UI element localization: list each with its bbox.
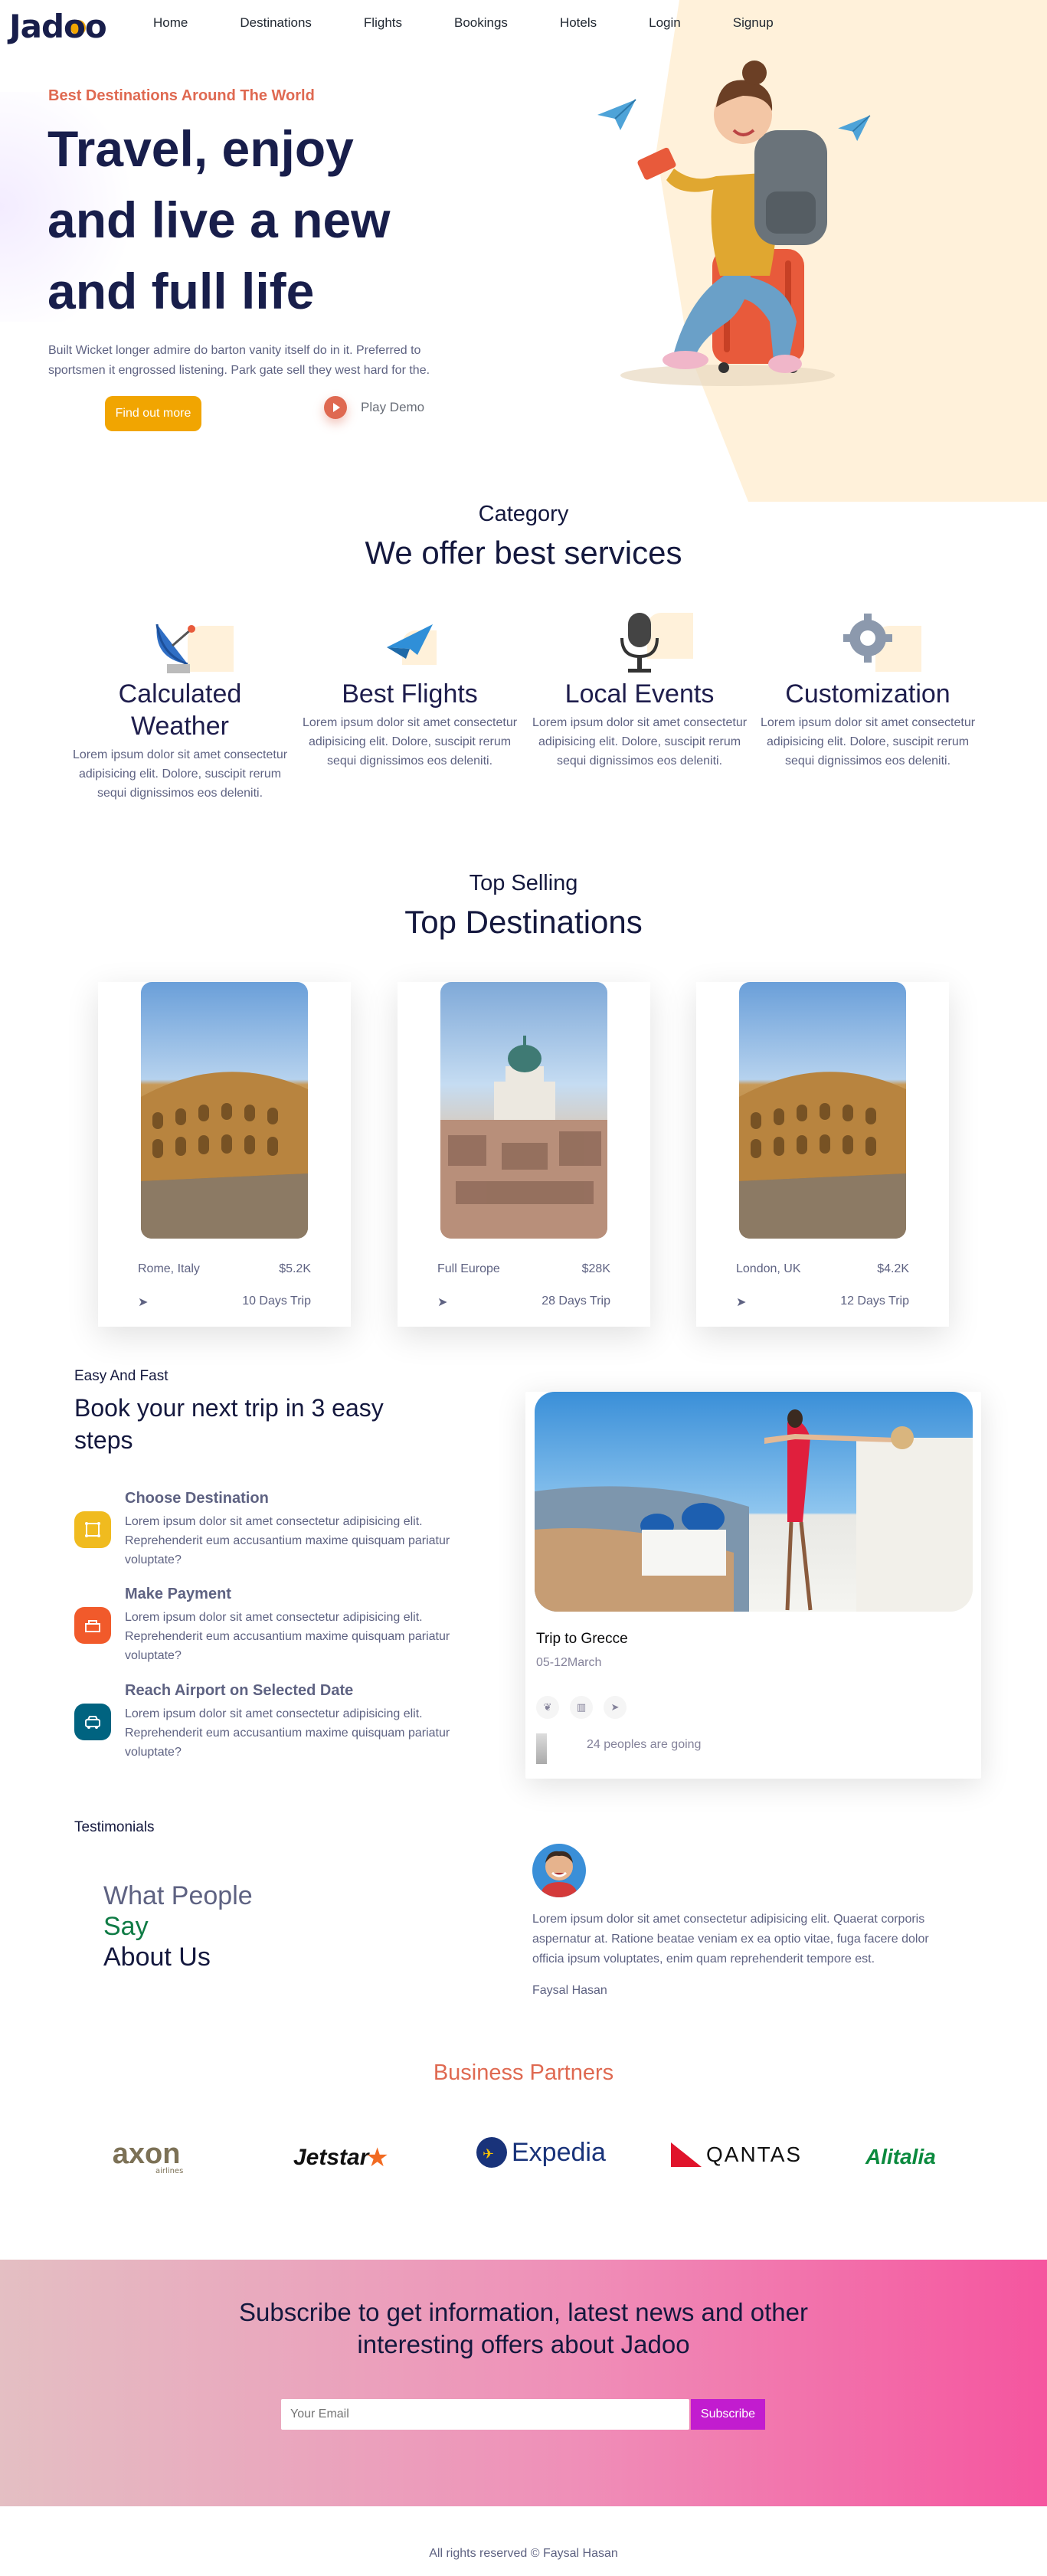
kangaroo-tail-icon <box>671 2142 702 2167</box>
subscribe-title: Subscribe to get information, latest new… <box>239 2298 808 2358</box>
nav-bookings[interactable]: Bookings <box>454 15 508 31</box>
gear-icon <box>843 614 892 663</box>
step-make-payment: Make Payment Lorem ipsum dolor sit amet c… <box>74 1586 473 1665</box>
play-icon <box>324 396 347 419</box>
partner-logo-jetstar: Jetstar ★ <box>293 2142 389 2173</box>
leaf-icon[interactable]: ❦ <box>536 1696 559 1719</box>
hero-tagline: Best Destinations Around The World <box>48 87 315 104</box>
globe-icon: ✈ <box>476 2137 507 2168</box>
testimonials-subtitle: Testimonials <box>74 1819 155 1835</box>
step-choose-destination: Choose Destination Lorem ipsum dolor sit … <box>74 1490 473 1569</box>
microphone-icon <box>620 613 659 673</box>
subscribe-section: Subscribe to get information, latest new… <box>0 2260 1047 2506</box>
trip-date: 05-12March <box>536 1656 602 1669</box>
taxi-icon <box>74 1704 111 1740</box>
find-out-more-button[interactable]: Find out more <box>105 396 201 431</box>
logo[interactable]: Jadoo <box>9 8 107 45</box>
star-icon: ★ <box>365 2142 389 2173</box>
trip-actions: ❦ ▥ ➤ <box>536 1696 627 1719</box>
testimonial-author: Faysal Hasan <box>532 1984 607 1997</box>
colosseum-image <box>141 982 308 1239</box>
hero-title: Travel, enjoy and live a new and full li… <box>47 120 391 319</box>
navigation-arrow-icon: ➤ <box>138 1296 149 1309</box>
paper-plane-icon <box>838 115 871 142</box>
navigation-arrow-icon: ➤ <box>736 1296 747 1309</box>
services-subtitle: Category <box>478 502 569 526</box>
nav-destinations[interactable]: Destinations <box>240 15 312 31</box>
trip-going-count: 24 peoples are going <box>587 1738 702 1751</box>
colosseum-image <box>739 982 906 1239</box>
testimonial-quote: Lorem ipsum dolor sit amet consectetur a… <box>532 1913 929 1966</box>
service-card-events: Local Events Lorem ipsum dolor sit amet … <box>528 609 751 771</box>
destination-card-europe[interactable]: Full Europe $28K ➤ 28 Days Trip <box>398 982 650 1327</box>
services-title: We offer best services <box>365 535 682 571</box>
destination-card-rome[interactable]: Rome, Italy $5.2K ➤ 10 Days Trip <box>98 982 351 1327</box>
hero-description: Built Wicket longer admire do barton van… <box>48 344 430 377</box>
service-card-flights: Best Flights Lorem ipsum dolor sit amet … <box>299 609 521 771</box>
nav-home[interactable]: Home <box>153 15 188 31</box>
avatar <box>532 1844 586 1897</box>
play-demo-button[interactable]: Play Demo <box>324 396 424 419</box>
main-nav: Home Destinations Flights Bookings Hotel… <box>153 15 826 31</box>
nav-flights[interactable]: Flights <box>364 15 402 31</box>
building-icon <box>536 1733 547 1764</box>
partner-logo-axon: axon airlines <box>112 2138 184 2175</box>
service-card-weather: Calculated Weather Lorem ipsum dolor sit… <box>69 609 291 803</box>
partner-logo-qantas: QANTAS <box>671 2142 802 2167</box>
map-icon[interactable]: ▥ <box>570 1696 593 1719</box>
send-icon[interactable]: ➤ <box>604 1696 627 1719</box>
destination-card-london[interactable]: London, UK $4.2K ➤ 12 Days Trip <box>696 982 949 1327</box>
destinations-title: Top Destinations <box>404 904 643 940</box>
paper-plane-icon <box>597 99 636 130</box>
partner-logo-expedia: ✈ Expedia <box>476 2137 606 2168</box>
trip-title: Trip to Grecce <box>536 1631 628 1647</box>
step-reach-airport: Reach Airport on Selected Date Lorem ipsu… <box>74 1682 473 1762</box>
plane-icon <box>387 624 433 659</box>
nav-signup[interactable]: Signup <box>733 15 774 31</box>
helsinki-image <box>440 982 607 1239</box>
satellite-dish-icon <box>155 624 195 673</box>
destinations-subtitle: Top Selling <box>469 871 578 895</box>
steps-subtitle: Easy And Fast <box>74 1368 169 1384</box>
nav-hotels[interactable]: Hotels <box>560 15 597 31</box>
service-card-customization: Customization Lorem ipsum dolor sit amet… <box>757 609 979 771</box>
footer-copyright: All rights reserved © Faysal Hasan <box>429 2547 618 2560</box>
partners-title: Business Partners <box>433 2060 614 2085</box>
email-input[interactable] <box>281 2399 689 2430</box>
payment-icon <box>74 1607 111 1644</box>
trip-card[interactable]: Trip to Grecce 05-12March ❦ ▥ ➤ 24 peopl… <box>525 1392 981 1779</box>
greece-image <box>535 1392 973 1612</box>
subscribe-button[interactable]: Subscribe <box>691 2399 765 2430</box>
partner-logo-alitalia: Alitalia <box>865 2145 936 2168</box>
navigation-arrow-icon: ➤ <box>437 1296 448 1309</box>
steps-title: Book your next trip in 3 easy steps <box>74 1394 384 1454</box>
select-icon <box>74 1511 111 1548</box>
nav-login[interactable]: Login <box>649 15 681 31</box>
testimonials-heading: What People Say About Us <box>103 1881 253 1972</box>
